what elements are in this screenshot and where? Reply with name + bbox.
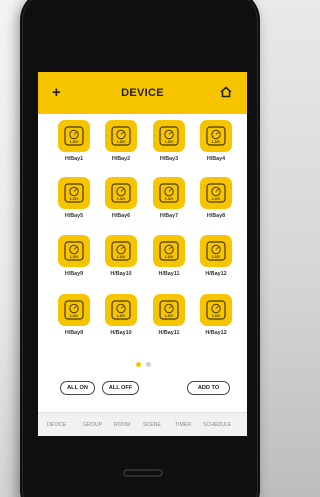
add-to-button[interactable]: ADD TO bbox=[187, 381, 230, 395]
device-tile-text: 1-10V bbox=[165, 140, 174, 144]
device-tile-text: 1-10V bbox=[212, 197, 221, 201]
dimmer-icon: 1-10V bbox=[206, 241, 226, 261]
device-label: H/Bay11 bbox=[158, 271, 180, 277]
header-bar: + DEVICE bbox=[38, 72, 247, 114]
device-tile[interactable]: 1-10V H/Bay9 bbox=[54, 294, 94, 344]
device-label: H/Bay7 bbox=[159, 213, 179, 219]
phone-home-button bbox=[123, 469, 163, 477]
device-icon-tile[interactable]: 1-10V bbox=[200, 177, 232, 209]
dimmer-icon: 1-10V bbox=[159, 126, 179, 146]
device-tile-text: 1-10V bbox=[70, 140, 79, 144]
device-label: H/Bay9 bbox=[64, 271, 84, 277]
device-label: H/Bay12 bbox=[205, 271, 227, 277]
device-label: H/Bay3 bbox=[159, 156, 179, 162]
device-tile[interactable]: 1-10V H/Bay5 bbox=[54, 177, 94, 227]
device-tile[interactable]: 1-10V H/Bay12 bbox=[196, 235, 236, 285]
device-icon-tile[interactable]: 1-10V bbox=[58, 235, 90, 267]
device-tile[interactable]: 1-10V H/Bay12 bbox=[196, 294, 236, 344]
device-label: H/Bay4 bbox=[206, 156, 226, 162]
device-icon-tile[interactable]: 1-10V bbox=[200, 235, 232, 267]
device-tile[interactable]: 1-10V H/Bay4 bbox=[196, 120, 236, 170]
page-dot[interactable] bbox=[136, 362, 141, 367]
device-tile[interactable]: 1-10V H/Bay8 bbox=[196, 177, 236, 227]
tab-device[interactable]: DEVICE bbox=[47, 422, 66, 428]
device-icon-tile[interactable]: 1-10V bbox=[153, 294, 185, 326]
dimmer-icon: 1-10V bbox=[206, 126, 226, 146]
device-tile[interactable]: 1-10V H/Bay10 bbox=[101, 294, 141, 344]
device-icon-tile[interactable]: 1-10V bbox=[105, 177, 137, 209]
device-label: H/Bay5 bbox=[64, 213, 84, 219]
tab-group[interactable]: GROUP bbox=[83, 422, 102, 428]
device-icon-tile[interactable]: 1-10V bbox=[105, 294, 137, 326]
dimmer-icon: 1-10V bbox=[111, 183, 131, 203]
device-label: H/Bay6 bbox=[111, 213, 131, 219]
device-icon-tile[interactable]: 1-10V bbox=[200, 120, 232, 152]
device-tile[interactable]: 1-10V H/Bay10 bbox=[101, 235, 141, 285]
device-label: H/Bay2 bbox=[111, 156, 131, 162]
dimmer-icon: 1-10V bbox=[64, 126, 84, 146]
device-icon-tile[interactable]: 1-10V bbox=[105, 120, 137, 152]
all-off-button[interactable]: ALL OFF bbox=[102, 381, 139, 395]
tab-timer[interactable]: TIMER bbox=[175, 422, 191, 428]
device-tile[interactable]: 1-10V H/Bay1 bbox=[54, 120, 94, 170]
device-tile[interactable]: 1-10V H/Bay2 bbox=[101, 120, 141, 170]
device-icon-tile[interactable]: 1-10V bbox=[153, 120, 185, 152]
dimmer-icon: 1-10V bbox=[64, 183, 84, 203]
device-tile-text: 1-10V bbox=[212, 255, 221, 259]
device-icon-tile[interactable]: 1-10V bbox=[200, 294, 232, 326]
home-icon[interactable] bbox=[220, 86, 232, 98]
dimmer-icon: 1-10V bbox=[64, 300, 84, 320]
dimmer-icon: 1-10V bbox=[159, 300, 179, 320]
page-title: DEVICE bbox=[121, 87, 164, 99]
device-tile-text: 1-10V bbox=[165, 197, 174, 201]
device-label: H/Bay9 bbox=[64, 330, 84, 336]
device-tile[interactable]: 1-10V H/Bay11 bbox=[149, 235, 189, 285]
device-icon-tile[interactable]: 1-10V bbox=[58, 294, 90, 326]
device-icon-tile[interactable]: 1-10V bbox=[153, 235, 185, 267]
device-tile[interactable]: 1-10V H/Bay9 bbox=[54, 235, 94, 285]
device-tile-text: 1-10V bbox=[165, 255, 174, 259]
tab-schedule[interactable]: SCHEDULE bbox=[203, 422, 231, 428]
dimmer-icon: 1-10V bbox=[206, 300, 226, 320]
dimmer-icon: 1-10V bbox=[206, 183, 226, 203]
device-tile[interactable]: 1-10V H/Bay7 bbox=[149, 177, 189, 227]
device-tile-text: 1-10V bbox=[117, 314, 126, 318]
tab-room[interactable]: ROOM bbox=[114, 422, 130, 428]
device-tile-text: 1-10V bbox=[165, 314, 174, 318]
dimmer-icon: 1-10V bbox=[111, 300, 131, 320]
device-tile-text: 1-10V bbox=[117, 255, 126, 259]
device-label: H/Bay1 bbox=[64, 156, 84, 162]
device-label: H/Bay10 bbox=[110, 271, 132, 277]
dimmer-icon: 1-10V bbox=[64, 241, 84, 261]
dimmer-icon: 1-10V bbox=[111, 241, 131, 261]
device-tile-text: 1-10V bbox=[117, 140, 126, 144]
device-label: H/Bay10 bbox=[110, 330, 132, 336]
device-label: H/Bay8 bbox=[206, 213, 226, 219]
page-dot[interactable] bbox=[146, 362, 151, 367]
device-tile-text: 1-10V bbox=[117, 197, 126, 201]
device-icon-tile[interactable]: 1-10V bbox=[58, 120, 90, 152]
device-tile-text: 1-10V bbox=[70, 255, 79, 259]
device-tile[interactable]: 1-10V H/Bay11 bbox=[149, 294, 189, 344]
device-label: H/Bay11 bbox=[158, 330, 180, 336]
dimmer-icon: 1-10V bbox=[159, 183, 179, 203]
bottom-tab-bar: DEVICE GROUP ROOM SCENE TIMER SCHEDULE bbox=[38, 412, 247, 436]
device-tile-text: 1-10V bbox=[70, 314, 79, 318]
all-on-button[interactable]: ALL ON bbox=[60, 381, 95, 395]
device-tile[interactable]: 1-10V H/Bay3 bbox=[149, 120, 189, 170]
dimmer-icon: 1-10V bbox=[159, 241, 179, 261]
device-tile-text: 1-10V bbox=[212, 140, 221, 144]
tab-scene[interactable]: SCENE bbox=[143, 422, 161, 428]
device-icon-tile[interactable]: 1-10V bbox=[153, 177, 185, 209]
dimmer-icon: 1-10V bbox=[111, 126, 131, 146]
device-tile-text: 1-10V bbox=[70, 197, 79, 201]
device-icon-tile[interactable]: 1-10V bbox=[58, 177, 90, 209]
device-tile[interactable]: 1-10V H/Bay6 bbox=[101, 177, 141, 227]
device-label: H/Bay12 bbox=[205, 330, 227, 336]
device-icon-tile[interactable]: 1-10V bbox=[105, 235, 137, 267]
device-tile-text: 1-10V bbox=[212, 314, 221, 318]
app-screen: + DEVICE 1-10V H/Bay1 1-10V H/Bay2 1-10V H/Ba… bbox=[38, 72, 247, 436]
